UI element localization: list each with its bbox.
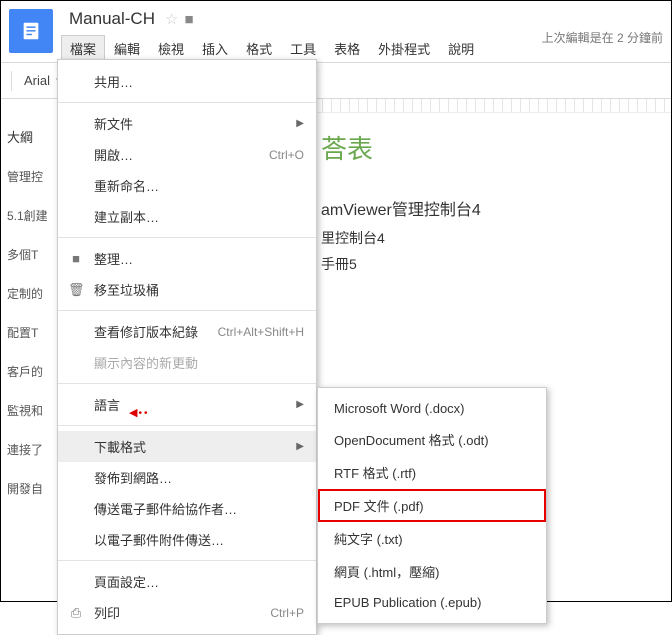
menu-bar: 檔案 編輯 檢視 插入 格式 工具 表格 外掛程式 說明: [61, 35, 542, 62]
menu-item-pagesetup[interactable]: 頁面設定…: [58, 566, 316, 597]
menu-file[interactable]: 檔案: [61, 35, 105, 62]
trash-icon: 🗑: [68, 282, 84, 298]
submenu-item-epub[interactable]: EPUB Publication (.epub): [318, 588, 546, 617]
outline-item[interactable]: 連接了: [7, 441, 54, 458]
submenu-item-rtf[interactable]: RTF 格式 (.rtf): [318, 456, 546, 489]
menu-item-emailattach[interactable]: 以電子郵件附件傳送…: [58, 524, 316, 555]
outline-item[interactable]: 多個T: [7, 246, 54, 263]
outline-item[interactable]: 監視和: [7, 402, 54, 419]
shortcut-label: Ctrl+P: [270, 606, 304, 620]
folder-icon: ■: [68, 251, 84, 266]
doc-text: 里控制台4: [321, 228, 671, 248]
submenu-item-odt[interactable]: OpenDocument 格式 (.odt): [318, 423, 546, 456]
menu-addons[interactable]: 外掛程式: [369, 35, 439, 62]
file-menu-dropdown: 共用… 新文件▶ 開啟…Ctrl+O 重新命名… 建立副本… ■整理… 🗑移至垃…: [57, 59, 317, 635]
menu-edit[interactable]: 編輯: [105, 35, 149, 62]
chevron-right-icon: ▶: [296, 399, 304, 410]
menu-item-rename[interactable]: 重新命名…: [58, 170, 316, 201]
star-icon[interactable]: ☆: [165, 10, 178, 28]
chevron-right-icon: ▶: [296, 441, 304, 452]
document-icon: [20, 20, 42, 42]
menu-item-emailcollab[interactable]: 傳送電子郵件給協作者…: [58, 493, 316, 524]
outline-panel: 大綱 管理控 5.1創建 多個T 定制的 配置T 客戶的 監視和 連接了 開發自: [1, 99, 61, 601]
menu-view[interactable]: 檢視: [149, 35, 193, 62]
menu-item-open[interactable]: 開啟…Ctrl+O: [58, 139, 316, 170]
submenu-item-docx[interactable]: Microsoft Word (.docx): [318, 394, 546, 423]
submenu-item-html[interactable]: 網頁 (.html，壓縮): [318, 555, 546, 588]
document-title[interactable]: Manual-CH: [65, 7, 159, 31]
doc-text: amViewer管理控制台4: [321, 196, 671, 220]
doc-heading: 荅表: [321, 129, 671, 166]
outline-heading: 大綱: [7, 127, 54, 146]
doc-text: 手冊5: [321, 254, 671, 274]
menu-table[interactable]: 表格: [325, 35, 369, 62]
menu-item-makecopy[interactable]: 建立副本…: [58, 201, 316, 232]
outline-item[interactable]: 5.1創建: [7, 207, 54, 224]
app-header: Manual-CH ☆ ■ 檔案 編輯 檢視 插入 格式 工具 表格 外掛程式 …: [1, 1, 671, 63]
title-area: Manual-CH ☆ ■ 檔案 編輯 檢視 插入 格式 工具 表格 外掛程式 …: [61, 1, 542, 62]
menu-help[interactable]: 說明: [439, 35, 483, 62]
menu-item-organize[interactable]: ■整理…: [58, 243, 316, 274]
docs-logo[interactable]: [9, 9, 53, 53]
chevron-right-icon: ▶: [296, 118, 304, 129]
outline-item[interactable]: 開發自: [7, 480, 54, 497]
menu-insert[interactable]: 插入: [193, 35, 237, 62]
print-icon: ⎙: [68, 605, 84, 621]
outline-item[interactable]: 客戶的: [7, 363, 54, 380]
menu-item-newchanges: 顯示內容的新更動: [58, 347, 316, 378]
submenu-item-pdf[interactable]: PDF 文件 (.pdf): [318, 489, 546, 522]
shortcut-label: Ctrl+Alt+Shift+H: [218, 325, 304, 339]
outline-item[interactable]: 管理控: [7, 168, 54, 185]
menu-tools[interactable]: 工具: [281, 35, 325, 62]
shortcut-label: Ctrl+O: [269, 148, 304, 162]
last-edit-label: 上次編輯是在 2 分鐘前: [542, 29, 671, 46]
menu-format[interactable]: 格式: [237, 35, 281, 62]
outline-item[interactable]: 配置T: [7, 324, 54, 341]
outline-item[interactable]: 定制的: [7, 285, 54, 302]
menu-item-revisions[interactable]: 查看修訂版本紀錄Ctrl+Alt+Shift+H: [58, 316, 316, 347]
download-submenu: Microsoft Word (.docx) OpenDocument 格式 (…: [317, 387, 547, 624]
menu-item-language[interactable]: 語言▶: [58, 389, 316, 420]
menu-item-download[interactable]: 下載格式▶: [58, 431, 316, 462]
folder-icon[interactable]: ■: [184, 11, 193, 28]
submenu-item-txt[interactable]: 純文字 (.txt): [318, 522, 546, 555]
menu-item-publish[interactable]: 發佈到網路…: [58, 462, 316, 493]
menu-item-share[interactable]: 共用…: [58, 66, 316, 97]
menu-item-new[interactable]: 新文件▶: [58, 108, 316, 139]
menu-item-trash[interactable]: 🗑移至垃圾桶: [58, 274, 316, 305]
